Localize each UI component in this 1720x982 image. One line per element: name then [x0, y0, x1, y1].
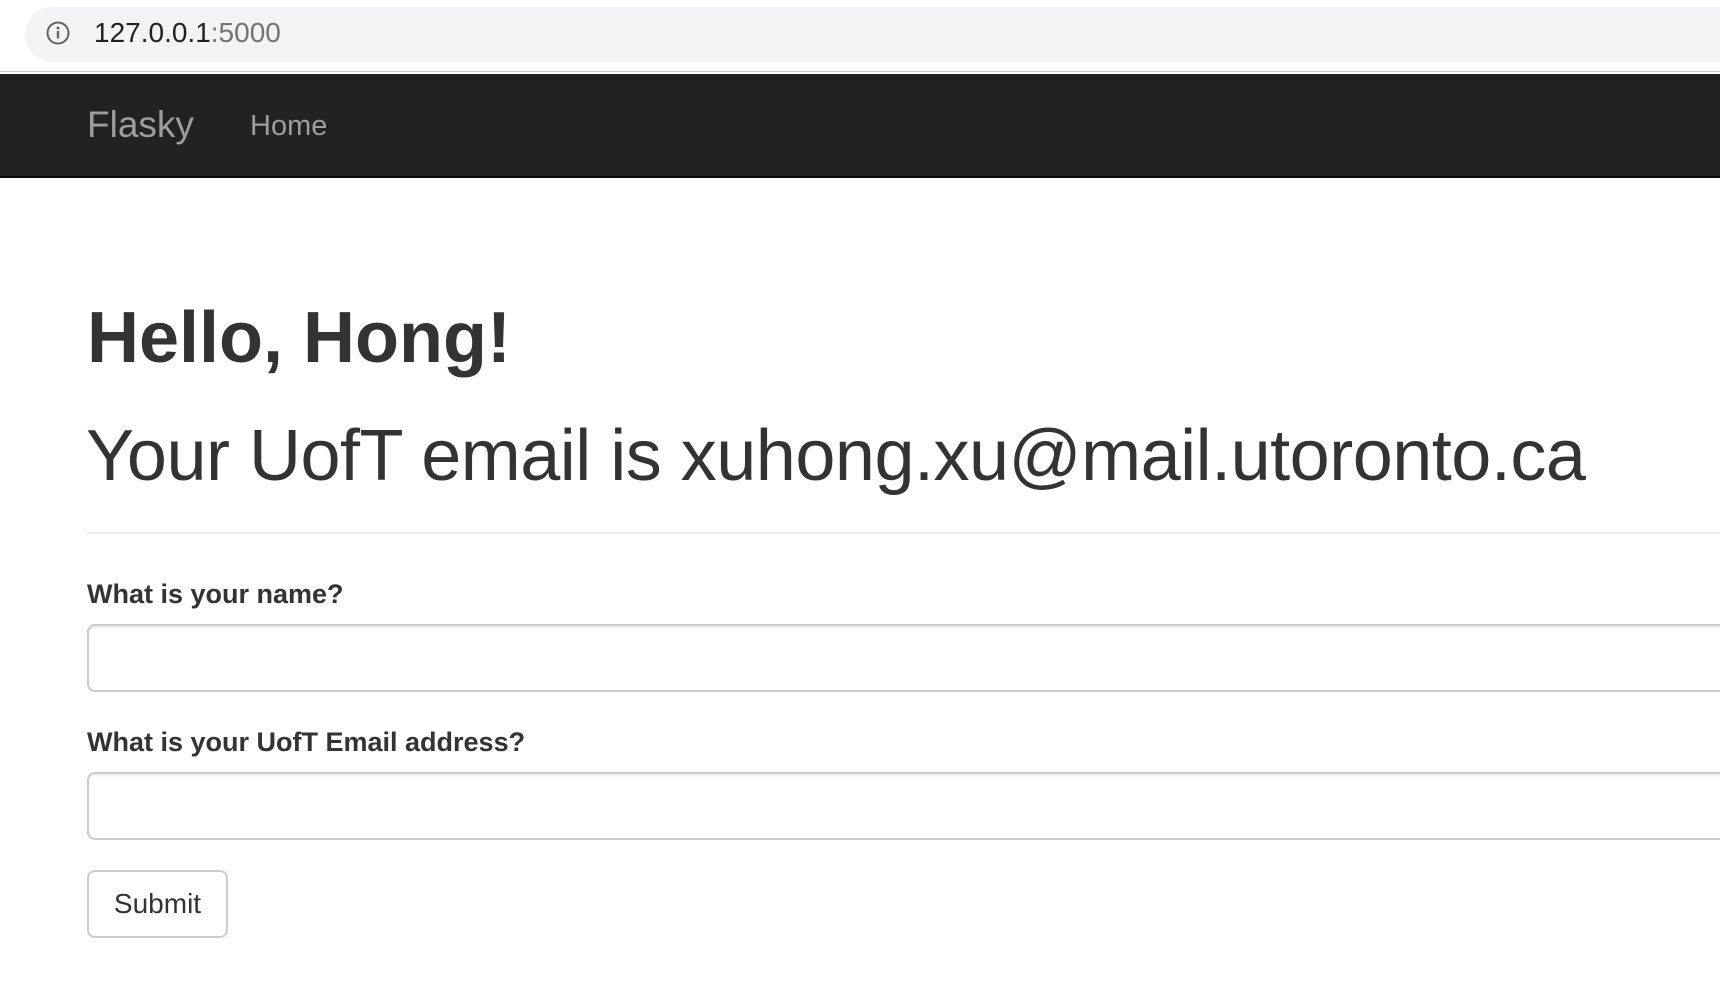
page-title: Hello, Hong! — [87, 298, 511, 378]
submit-button[interactable]: Submit — [87, 870, 228, 938]
main-content: Hello, Hong! Your UofT email is xuhong.x… — [0, 178, 1720, 982]
url-port: :5000 — [210, 17, 281, 48]
name-input[interactable] — [87, 624, 1720, 692]
url-host: 127.0.0.1 — [94, 17, 211, 48]
nav-link-home[interactable]: Home — [250, 108, 327, 144]
address-bar-url[interactable]: 127.0.0.1:5000 — [94, 16, 281, 50]
email-heading: Your UofT email is xuhong.xu@mail.utoron… — [86, 416, 1586, 496]
name-label: What is your name? — [87, 579, 344, 609]
email-label: What is your UofT Email address? — [87, 727, 526, 757]
top-navbar: Flasky Home — [0, 74, 1720, 178]
email-input[interactable] — [87, 772, 1720, 840]
divider — [87, 532, 1720, 534]
navbar-brand[interactable]: Flasky — [87, 103, 194, 147]
browser-toolbar: 127.0.0.1:5000 — [0, 0, 1720, 72]
info-circle-icon[interactable] — [46, 21, 70, 45]
